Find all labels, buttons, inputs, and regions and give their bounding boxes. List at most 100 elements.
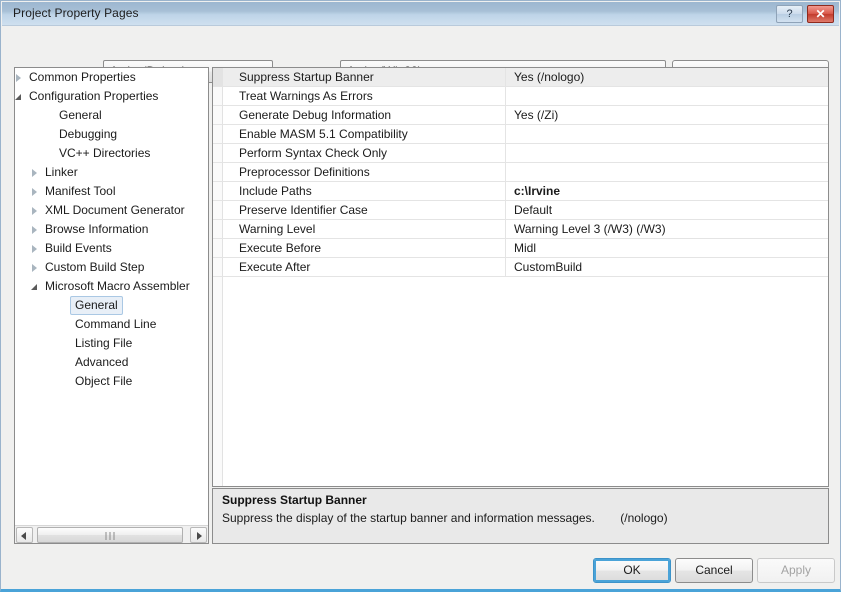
cancel-button[interactable]: Cancel [675, 558, 753, 583]
property-row[interactable]: Include Paths c:\Irvine [213, 182, 828, 201]
configuration-toolbar: Configuration: Active(Debug) Platform: A… [1, 26, 840, 84]
tree-item-xml-document-generator[interactable]: XML Document Generator [15, 201, 208, 220]
property-name: Preprocessor Definitions [239, 165, 370, 179]
tree-item-command-line[interactable]: Command Line [15, 315, 208, 334]
description-text: Suppress the display of the startup bann… [222, 511, 595, 525]
tree-item-manifest-tool[interactable]: Manifest Tool [15, 182, 208, 201]
property-pages-dialog: Project Property Pages ? ✕ Configuration… [0, 0, 841, 592]
property-row[interactable]: Enable MASM 5.1 Compatibility [213, 125, 828, 144]
property-value[interactable]: CustomBuild [514, 260, 582, 274]
property-name: Suppress Startup Banner [239, 70, 374, 84]
property-name: Treat Warnings As Errors [239, 89, 373, 103]
tree-item-listing-file[interactable]: Listing File [15, 334, 208, 353]
property-value[interactable]: c:\Irvine [514, 184, 560, 198]
column-divider[interactable] [505, 220, 506, 239]
property-name: Preserve Identifier Case [239, 203, 368, 217]
scrollbar-thumb[interactable] [37, 527, 183, 543]
column-divider[interactable] [505, 258, 506, 277]
property-value[interactable]: Default [514, 203, 552, 217]
property-name: Warning Level [239, 222, 316, 236]
expander-collapsed-icon[interactable] [31, 188, 40, 197]
column-divider[interactable] [505, 87, 506, 106]
tree-item-common-properties[interactable]: Common Properties [15, 68, 208, 87]
tree-item-label: Browse Information [45, 222, 149, 236]
property-row[interactable]: Execute After CustomBuild [213, 258, 828, 277]
tree-item-browse-information[interactable]: Browse Information [15, 220, 208, 239]
property-grid-panel: Suppress Startup Banner Yes (/nologo) Trea… [212, 67, 829, 487]
title-bar: Project Property Pages ? ✕ [2, 2, 839, 26]
tree-item-label: XML Document Generator [45, 203, 185, 217]
property-value[interactable]: Midl [514, 241, 536, 255]
property-row[interactable]: Preprocessor Definitions [213, 163, 828, 182]
help-icon[interactable]: ? [776, 5, 803, 23]
row-gutter [213, 68, 223, 86]
tree-item-label: Command Line [75, 317, 157, 331]
expander-collapsed-icon[interactable] [31, 245, 40, 254]
property-name: Execute Before [239, 241, 322, 255]
property-row[interactable]: Treat Warnings As Errors [213, 87, 828, 106]
tree-item-linker[interactable]: Linker [15, 163, 208, 182]
scroll-right-arrow-icon[interactable] [190, 527, 207, 543]
expander-collapsed-icon[interactable] [15, 74, 24, 83]
description-panel: Suppress Startup Banner Suppress the dis… [212, 488, 829, 544]
expander-expanded-icon[interactable] [31, 283, 40, 292]
tree-item-label: Listing File [75, 336, 133, 350]
tree-horizontal-scrollbar[interactable] [15, 525, 208, 543]
grip-icon [105, 532, 115, 540]
tree-item-label: General [70, 296, 123, 315]
expander-collapsed-icon[interactable] [31, 226, 40, 235]
tree-item-label: Build Events [45, 241, 112, 255]
property-row[interactable]: Generate Debug Information Yes (/Zi) [213, 106, 828, 125]
expander-collapsed-icon[interactable] [31, 264, 40, 273]
tree-item-advanced[interactable]: Advanced [15, 353, 208, 372]
property-value[interactable]: Yes (/Zi) [514, 108, 558, 122]
column-divider[interactable] [505, 68, 506, 87]
tree-item-configuration-properties[interactable]: Configuration Properties [15, 87, 208, 106]
property-tree-panel: Common Properties Configuration Propertie… [14, 67, 209, 544]
ok-button[interactable]: OK [593, 558, 671, 583]
tree-item-vc-directories[interactable]: VC++ Directories [15, 144, 208, 163]
property-row[interactable]: Suppress Startup Banner Yes (/nologo) [213, 68, 828, 87]
tree-item-label: Custom Build Step [45, 260, 145, 274]
tree-item-microsoft-macro-assembler[interactable]: Microsoft Macro Assembler [15, 277, 208, 296]
property-tree: Common Properties Configuration Propertie… [15, 68, 208, 524]
column-divider[interactable] [505, 182, 506, 201]
tree-item-label: VC++ Directories [59, 146, 151, 160]
column-divider[interactable] [505, 163, 506, 182]
tree-item-label: Common Properties [29, 70, 136, 84]
property-name: Enable MASM 5.1 Compatibility [239, 127, 408, 141]
tree-item-object-file[interactable]: Object File [15, 372, 208, 391]
property-row[interactable]: Preserve Identifier Case Default [213, 201, 828, 220]
description-body: Suppress the display of the startup bann… [222, 511, 668, 525]
description-switch: (/nologo) [620, 511, 668, 525]
window-title: Project Property Pages [13, 6, 139, 20]
column-divider[interactable] [505, 239, 506, 258]
close-icon[interactable]: ✕ [807, 5, 834, 23]
tree-item-custom-build-step[interactable]: Custom Build Step [15, 258, 208, 277]
property-row[interactable]: Warning Level Warning Level 3 (/W3) (/W3) [213, 220, 828, 239]
property-name: Include Paths [239, 184, 312, 198]
tree-item-general[interactable]: General [15, 296, 208, 315]
column-divider[interactable] [505, 144, 506, 163]
property-value[interactable]: Warning Level 3 (/W3) (/W3) [514, 222, 666, 236]
property-row[interactable]: Perform Syntax Check Only [213, 144, 828, 163]
column-divider[interactable] [505, 106, 506, 125]
apply-button: Apply [757, 558, 835, 583]
scroll-left-arrow-icon[interactable] [16, 527, 33, 543]
property-row[interactable]: Execute Before Midl [213, 239, 828, 258]
tree-item-label: Manifest Tool [45, 184, 116, 198]
column-divider[interactable] [505, 125, 506, 144]
property-value[interactable]: Yes (/nologo) [514, 70, 584, 84]
expander-collapsed-icon[interactable] [31, 169, 40, 178]
expander-expanded-icon[interactable] [15, 93, 24, 102]
tree-item-debugging[interactable]: Debugging [15, 125, 208, 144]
tree-item-label: Linker [45, 165, 78, 179]
tree-item-label: Object File [75, 374, 133, 388]
tree-item-build-events[interactable]: Build Events [15, 239, 208, 258]
tree-item-label: Configuration Properties [29, 89, 159, 103]
tree-item-general[interactable]: General [15, 106, 208, 125]
description-title: Suppress Startup Banner [222, 493, 367, 507]
tree-item-label: Debugging [59, 127, 118, 141]
expander-collapsed-icon[interactable] [31, 207, 40, 216]
column-divider[interactable] [505, 201, 506, 220]
